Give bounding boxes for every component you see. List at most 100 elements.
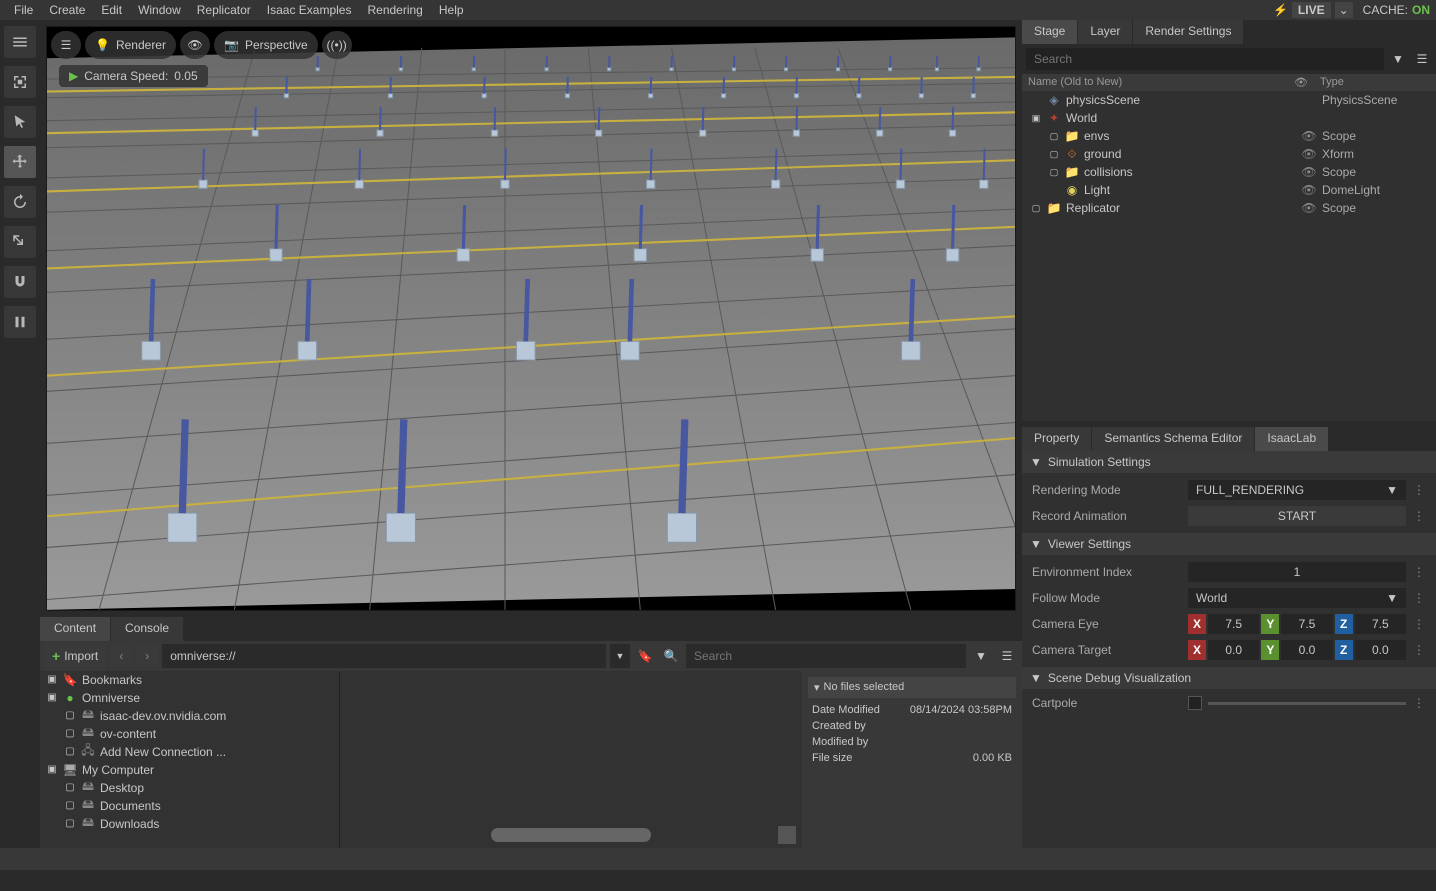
follow-mode-select[interactable]: World▼ [1188, 588, 1406, 608]
tree-toggle-icon[interactable]: ▢ [1048, 131, 1060, 142]
content-tree-item[interactable]: ▢🖴Documents [40, 797, 339, 815]
tool-snap[interactable] [4, 266, 36, 298]
visibility-toggle[interactable]: 👁 [1296, 201, 1322, 215]
bookmark-icon[interactable]: 🔖 [634, 645, 656, 667]
content-tree-item[interactable]: ▣🔖Bookmarks [40, 671, 339, 689]
tab-layer[interactable]: Layer [1078, 20, 1132, 44]
visibility-toggle[interactable]: 👁 [1296, 183, 1322, 197]
stage-tree-item[interactable]: ▣✦World [1022, 109, 1436, 127]
tree-toggle-icon[interactable]: ▢ [64, 782, 76, 793]
content-grid[interactable] [340, 671, 802, 848]
tab-semantics-schema-editor[interactable]: Semantics Schema Editor [1092, 427, 1254, 451]
visibility-toggle[interactable]: 👁 [1296, 165, 1322, 179]
tab-property[interactable]: Property [1022, 427, 1091, 451]
visibility-toggle[interactable]: 👁 [1296, 129, 1322, 143]
tree-toggle-icon[interactable]: ▢ [64, 728, 76, 739]
content-zoom-slider[interactable] [491, 828, 651, 842]
viewport-canvas[interactable] [47, 27, 1015, 610]
tool-frame[interactable] [4, 66, 36, 98]
camera-target-z-input[interactable]: 0.0 [1355, 640, 1406, 660]
nav-back-button[interactable]: ‹ [110, 645, 132, 667]
tab-render-settings[interactable]: Render Settings [1133, 20, 1243, 44]
content-tree-item[interactable]: ▢🖴isaac-dev.ov.nvidia.com [40, 707, 339, 725]
env-index-input[interactable]: 1 [1188, 562, 1406, 582]
tool-pause[interactable] [4, 306, 36, 338]
debug-vis-header[interactable]: ▼Scene Debug Visualization [1022, 667, 1436, 689]
visibility-icon[interactable]: 👁 [180, 31, 210, 59]
tab-content[interactable]: Content [40, 617, 111, 641]
stage-tree-item[interactable]: ▢📁envs👁Scope [1022, 127, 1436, 145]
record-start-button[interactable]: START [1188, 506, 1406, 526]
tool-select[interactable] [4, 106, 36, 138]
stage-filter-icon[interactable]: ▼ [1388, 48, 1408, 70]
content-tree-item[interactable]: ▢🖴Desktop [40, 779, 339, 797]
tree-toggle-icon[interactable]: ▣ [46, 674, 58, 685]
tool-hamburger[interactable] [4, 26, 36, 58]
camera-target-y-input[interactable]: 0.0 [1281, 640, 1332, 660]
nav-forward-button[interactable]: › [136, 645, 158, 667]
tool-rotate[interactable] [4, 186, 36, 218]
viewport-wifi-icon[interactable]: ((•)) [322, 31, 352, 59]
content-tree[interactable]: ▣🔖Bookmarks▣●Omniverse▢🖴isaac-dev.ov.nvi… [40, 671, 340, 848]
tree-toggle-icon[interactable]: ▢ [64, 818, 76, 829]
tool-scale[interactable] [4, 226, 36, 258]
tab-stage[interactable]: Stage [1022, 20, 1077, 44]
visibility-toggle[interactable]: 👁 [1296, 147, 1322, 161]
tab-console[interactable]: Console [111, 617, 184, 641]
menu-window[interactable]: Window [130, 1, 189, 19]
camera-eye-x-input[interactable]: 7.5 [1208, 614, 1259, 634]
content-tree-item[interactable]: ▢🖴Downloads [40, 815, 339, 833]
stage-header-name[interactable]: Name (Old to New) [1028, 76, 1294, 89]
more-icon[interactable]: ⋮ [1412, 591, 1426, 605]
tree-toggle-icon[interactable]: ▣ [46, 764, 58, 775]
menu-isaac-examples[interactable]: Isaac Examples [259, 1, 360, 19]
tree-toggle-icon[interactable]: ▢ [64, 800, 76, 811]
stage-tree-item[interactable]: ◉Light👁DomeLight [1022, 181, 1436, 199]
tree-toggle-icon[interactable]: ▢ [1030, 203, 1042, 214]
content-tree-item[interactable]: ▢🖧Add New Connection ... [40, 743, 339, 761]
cartpole-slider[interactable] [1208, 702, 1406, 705]
rendering-mode-select[interactable]: FULL_RENDERING▼ [1188, 480, 1406, 500]
path-dropdown[interactable]: ▼ [610, 644, 630, 668]
more-icon[interactable]: ⋮ [1412, 617, 1426, 631]
content-tree-item[interactable]: ▣●Omniverse [40, 689, 339, 707]
content-search-input[interactable] [686, 644, 966, 668]
live-dropdown[interactable]: ⌄ [1335, 2, 1353, 18]
live-badge[interactable]: LIVE [1292, 2, 1331, 18]
camera-eye-y-input[interactable]: 7.5 [1281, 614, 1332, 634]
more-icon[interactable]: ⋮ [1412, 565, 1426, 579]
stage-tree-item[interactable]: ▢📁collisions👁Scope [1022, 163, 1436, 181]
tree-toggle-icon[interactable]: ▢ [1048, 167, 1060, 178]
path-input[interactable] [162, 644, 606, 668]
cartpole-checkbox[interactable] [1188, 696, 1202, 710]
tree-toggle-icon[interactable]: ▢ [64, 710, 76, 721]
menu-rendering[interactable]: Rendering [359, 1, 430, 19]
tree-toggle-icon[interactable]: ▢ [1048, 149, 1060, 160]
filter-icon[interactable]: ▼ [970, 645, 992, 667]
more-icon[interactable]: ⋮ [1412, 483, 1426, 497]
more-icon[interactable]: ⋮ [1412, 509, 1426, 523]
camera-target-x-input[interactable]: 0.0 [1208, 640, 1259, 660]
stage-search-input[interactable] [1026, 48, 1384, 70]
more-icon[interactable]: ⋮ [1412, 643, 1426, 657]
sim-settings-header[interactable]: ▼Simulation Settings [1022, 451, 1436, 473]
menu-file[interactable]: File [6, 1, 41, 19]
content-tree-item[interactable]: ▢🖴ov-content [40, 725, 339, 743]
tree-toggle-icon[interactable]: ▢ [64, 746, 76, 757]
stage-tree[interactable]: ◈physicsScenePhysicsScene▣✦World▢📁envs👁S… [1022, 91, 1436, 421]
stage-header-type[interactable]: Type [1320, 76, 1430, 89]
menu-replicator[interactable]: Replicator [189, 1, 259, 19]
viewer-settings-header[interactable]: ▼Viewer Settings [1022, 533, 1436, 555]
viewport[interactable]: ☰ 💡Renderer 👁 📷Perspective ((•)) ▶ Camer… [46, 26, 1016, 611]
menu-edit[interactable]: Edit [93, 1, 130, 19]
content-tree-item[interactable]: ▣🖥My Computer [40, 761, 339, 779]
camera-eye-z-input[interactable]: 7.5 [1355, 614, 1406, 634]
menu-help[interactable]: Help [431, 1, 472, 19]
import-button[interactable]: +Import [44, 644, 106, 668]
menu-create[interactable]: Create [41, 1, 93, 19]
perspective-dropdown[interactable]: 📷Perspective [214, 31, 318, 59]
renderer-dropdown[interactable]: 💡Renderer [85, 31, 176, 59]
tool-move[interactable] [4, 146, 36, 178]
stage-tree-item[interactable]: ◈physicsScenePhysicsScene [1022, 91, 1436, 109]
tree-toggle-icon[interactable]: ▣ [1030, 113, 1042, 124]
